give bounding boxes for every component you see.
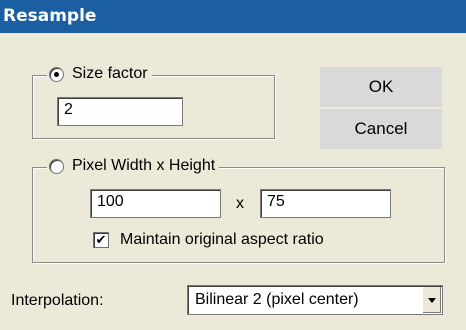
- dimension-separator: x: [236, 195, 244, 212]
- size-factor-label[interactable]: Size factor: [72, 65, 148, 83]
- dropdown-arrow-button[interactable]: [422, 287, 441, 313]
- maintain-aspect-label: Maintain original aspect ratio: [120, 231, 324, 248]
- checkmark-icon: ✔: [95, 232, 107, 248]
- ok-button[interactable]: OK: [320, 67, 442, 107]
- cancel-button[interactable]: Cancel: [320, 109, 442, 149]
- interpolation-label: Interpolation:: [11, 292, 104, 309]
- pixel-size-label[interactable]: Pixel Width x Height: [72, 157, 215, 175]
- interpolation-value: Bilinear 2 (pixel center): [195, 291, 359, 308]
- size-factor-radio[interactable]: [49, 66, 64, 82]
- interpolation-select[interactable]: Bilinear 2 (pixel center): [187, 285, 443, 315]
- maintain-aspect-row[interactable]: ✔ Maintain original aspect ratio: [93, 231, 324, 249]
- dialog-body: Size factor 2 OK Cancel Pixel Width x He…: [0, 33, 466, 330]
- size-factor-input[interactable]: 2: [57, 97, 183, 126]
- maintain-aspect-checkbox[interactable]: ✔: [93, 232, 109, 248]
- window-title: Resample: [3, 6, 97, 26]
- chevron-down-icon: [428, 297, 436, 303]
- size-factor-legend: Size factor: [47, 65, 152, 83]
- title-bar[interactable]: Resample: [0, 0, 466, 33]
- pixel-size-legend: Pixel Width x Height: [47, 157, 220, 175]
- height-input[interactable]: 75: [260, 189, 391, 218]
- pixel-size-radio[interactable]: [49, 158, 64, 174]
- width-input[interactable]: 100: [90, 189, 221, 218]
